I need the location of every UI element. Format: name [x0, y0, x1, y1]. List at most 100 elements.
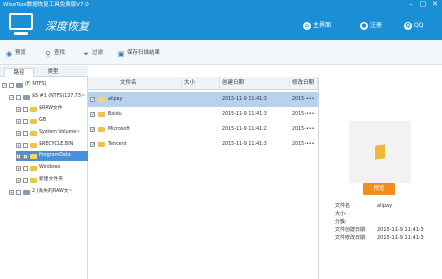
tab-type[interactable]: 类型: [38, 68, 68, 77]
expand-icon[interactable]: +: [16, 118, 21, 124]
app-header: 深度恢复 ⌂ 主界面 ● 注册 Q QQ: [0, 10, 442, 40]
column-header-name[interactable]: 文件名: [88, 77, 182, 90]
file-size: [182, 137, 220, 152]
save-scan-button[interactable]: ▣ 保存扫描结果: [117, 49, 160, 58]
file-name-cell: ✓ alipay: [90, 92, 182, 107]
tree-checkbox[interactable]: [23, 118, 28, 124]
file-size: [182, 122, 220, 137]
file-row-selected[interactable]: ✓ alipay 2015-11-9 11:41:3 2015-•••: [88, 92, 318, 107]
tree-checkbox[interactable]: [23, 142, 28, 148]
folder-icon: [98, 142, 105, 147]
save-icon: ▣: [117, 49, 125, 58]
search-icon: ⚲: [45, 49, 51, 58]
info-value: 2015-11-9 11:41:3: [377, 235, 424, 241]
file-list: 文件名 大小 创建日期 修改日期 ✓ alipay 2015-11-9 11:4…: [88, 77, 318, 279]
minimize-button[interactable]: –: [405, 0, 417, 10]
expand-icon[interactable]: +: [16, 177, 21, 183]
search-tool-button[interactable]: ⚲ 查找: [44, 49, 65, 58]
preview-pane: 预览 文件名 alipay 大小: 分簇: 文件创建日期: 2015-11-9 …: [318, 77, 442, 279]
tree-node-label: GB: [39, 118, 47, 123]
info-row: 文件名 alipay: [335, 202, 392, 210]
tree-node-label: $RAW文件: [39, 106, 63, 111]
save-scan-label: 保存扫描结果: [127, 50, 161, 56]
drive-icon: [16, 82, 23, 88]
file-size: [182, 107, 220, 122]
file-checkbox-checked[interactable]: ✓: [90, 127, 95, 133]
info-label: 分簇:: [335, 219, 347, 225]
tree-checkbox[interactable]: [23, 130, 28, 136]
expand-icon[interactable]: +: [16, 153, 21, 159]
collapse-icon[interactable]: −: [2, 82, 7, 88]
tab-path[interactable]: 路径: [4, 68, 34, 77]
tree-checkbox[interactable]: [23, 106, 28, 112]
file-modified: 2015-•••: [292, 127, 315, 132]
tree-checkbox[interactable]: [16, 189, 21, 195]
file-modified: 2015-•••: [292, 97, 315, 102]
tree-node[interactable]: − (F: NTFS): [2, 80, 47, 90]
preview-button[interactable]: 预览: [363, 183, 395, 195]
register-button[interactable]: ● 注册: [360, 21, 382, 31]
file-name: alipay: [108, 97, 123, 102]
tree-node-label: ProgramData: [39, 153, 71, 158]
tree-checkbox-checked[interactable]: ✓: [23, 153, 28, 159]
file-row[interactable]: ✓ Baidu 2015-11-9 11:41:3 2015-•••: [88, 107, 318, 122]
tree-node-label: $RECYCLE.BIN: [39, 142, 74, 147]
expand-icon[interactable]: +: [9, 189, 14, 195]
tree-node[interactable]: + GB: [16, 116, 46, 126]
app-name: 深度恢复: [45, 20, 89, 33]
file-name-cell: ✓ Tencent: [90, 137, 182, 152]
column-header-size[interactable]: 大小: [182, 77, 220, 90]
tree-node[interactable]: + 2 (丢失的RAW文~: [9, 187, 73, 197]
info-label: 文件修改日期:: [335, 235, 367, 241]
tree-node-label: 2 (丢失的RAW文~: [32, 189, 73, 194]
tree-checkbox[interactable]: [23, 177, 28, 183]
tree-checkbox[interactable]: [9, 82, 14, 88]
file-row[interactable]: ✓ Tencent 2015-11-9 11:41:3 2015-•••: [88, 137, 318, 152]
tree-node-selected[interactable]: + ✓ ProgramData: [16, 151, 88, 161]
preview-image: [349, 121, 411, 183]
tree-node-label: System Volume~: [39, 130, 81, 135]
collapse-icon[interactable]: −: [9, 94, 14, 100]
folder-tree: − (F: NTFS) − $S #1 (NTFS)137.73~ + $RAW…: [0, 77, 88, 279]
info-row: 文件创建日期: 2015-11-9 11:41:3: [335, 226, 424, 234]
column-header-created[interactable]: 创建日期: [220, 77, 290, 90]
folder-icon: [98, 112, 105, 117]
preview-tool-button[interactable]: ◉ 预览: [5, 49, 26, 58]
expand-icon[interactable]: +: [16, 142, 21, 148]
info-label: 文件名: [335, 203, 351, 209]
filter-tool-button[interactable]: ⏷ 过滤: [82, 49, 103, 58]
column-header-modified[interactable]: 修改日期: [290, 77, 318, 90]
file-checkbox-checked[interactable]: ✓: [90, 142, 95, 148]
file-list-header: 文件名 大小 创建日期 修改日期: [88, 77, 318, 90]
expand-icon[interactable]: +: [16, 165, 21, 171]
file-name-cell: ✓ Microsoft: [90, 122, 182, 137]
partition-icon: [23, 94, 30, 100]
tree-checkbox[interactable]: [16, 94, 21, 100]
tree-node[interactable]: + System Volume~: [16, 128, 80, 138]
tree-node[interactable]: + $RAW文件: [16, 104, 63, 114]
folder-icon: [30, 130, 37, 136]
expand-icon[interactable]: +: [16, 130, 21, 136]
tree-node[interactable]: + Windows: [16, 163, 60, 173]
maximize-button[interactable]: □: [417, 0, 429, 10]
tree-node[interactable]: + 新建文件夹: [16, 175, 63, 185]
monitor-stand-icon: [14, 32, 28, 35]
folder-icon: [30, 177, 37, 183]
tree-node-label: 新建文件夹: [39, 177, 63, 182]
file-checkbox-checked[interactable]: ✓: [90, 97, 95, 103]
file-name: Microsoft: [108, 127, 130, 132]
file-row[interactable]: ✓ Microsoft 2015-11-9 11:41:2 2015-•••: [88, 122, 318, 137]
close-button[interactable]: ✕: [429, 0, 441, 10]
qq-label: QQ: [414, 22, 424, 29]
qq-button[interactable]: Q QQ: [404, 21, 423, 31]
tree-node[interactable]: − $S #1 (NTFS)137.73~: [9, 92, 85, 102]
info-label: 大小:: [335, 211, 347, 217]
preview-tool-label: 预览: [15, 50, 27, 56]
file-checkbox-checked[interactable]: ✓: [90, 112, 95, 118]
tree-checkbox[interactable]: [23, 165, 28, 171]
file-modified: 2015-•••: [292, 112, 315, 117]
partition-icon: [23, 189, 30, 195]
expand-icon[interactable]: +: [16, 106, 21, 112]
home-button[interactable]: ⌂ 主界面: [303, 21, 331, 31]
tree-node[interactable]: + $RECYCLE.BIN: [16, 140, 73, 150]
